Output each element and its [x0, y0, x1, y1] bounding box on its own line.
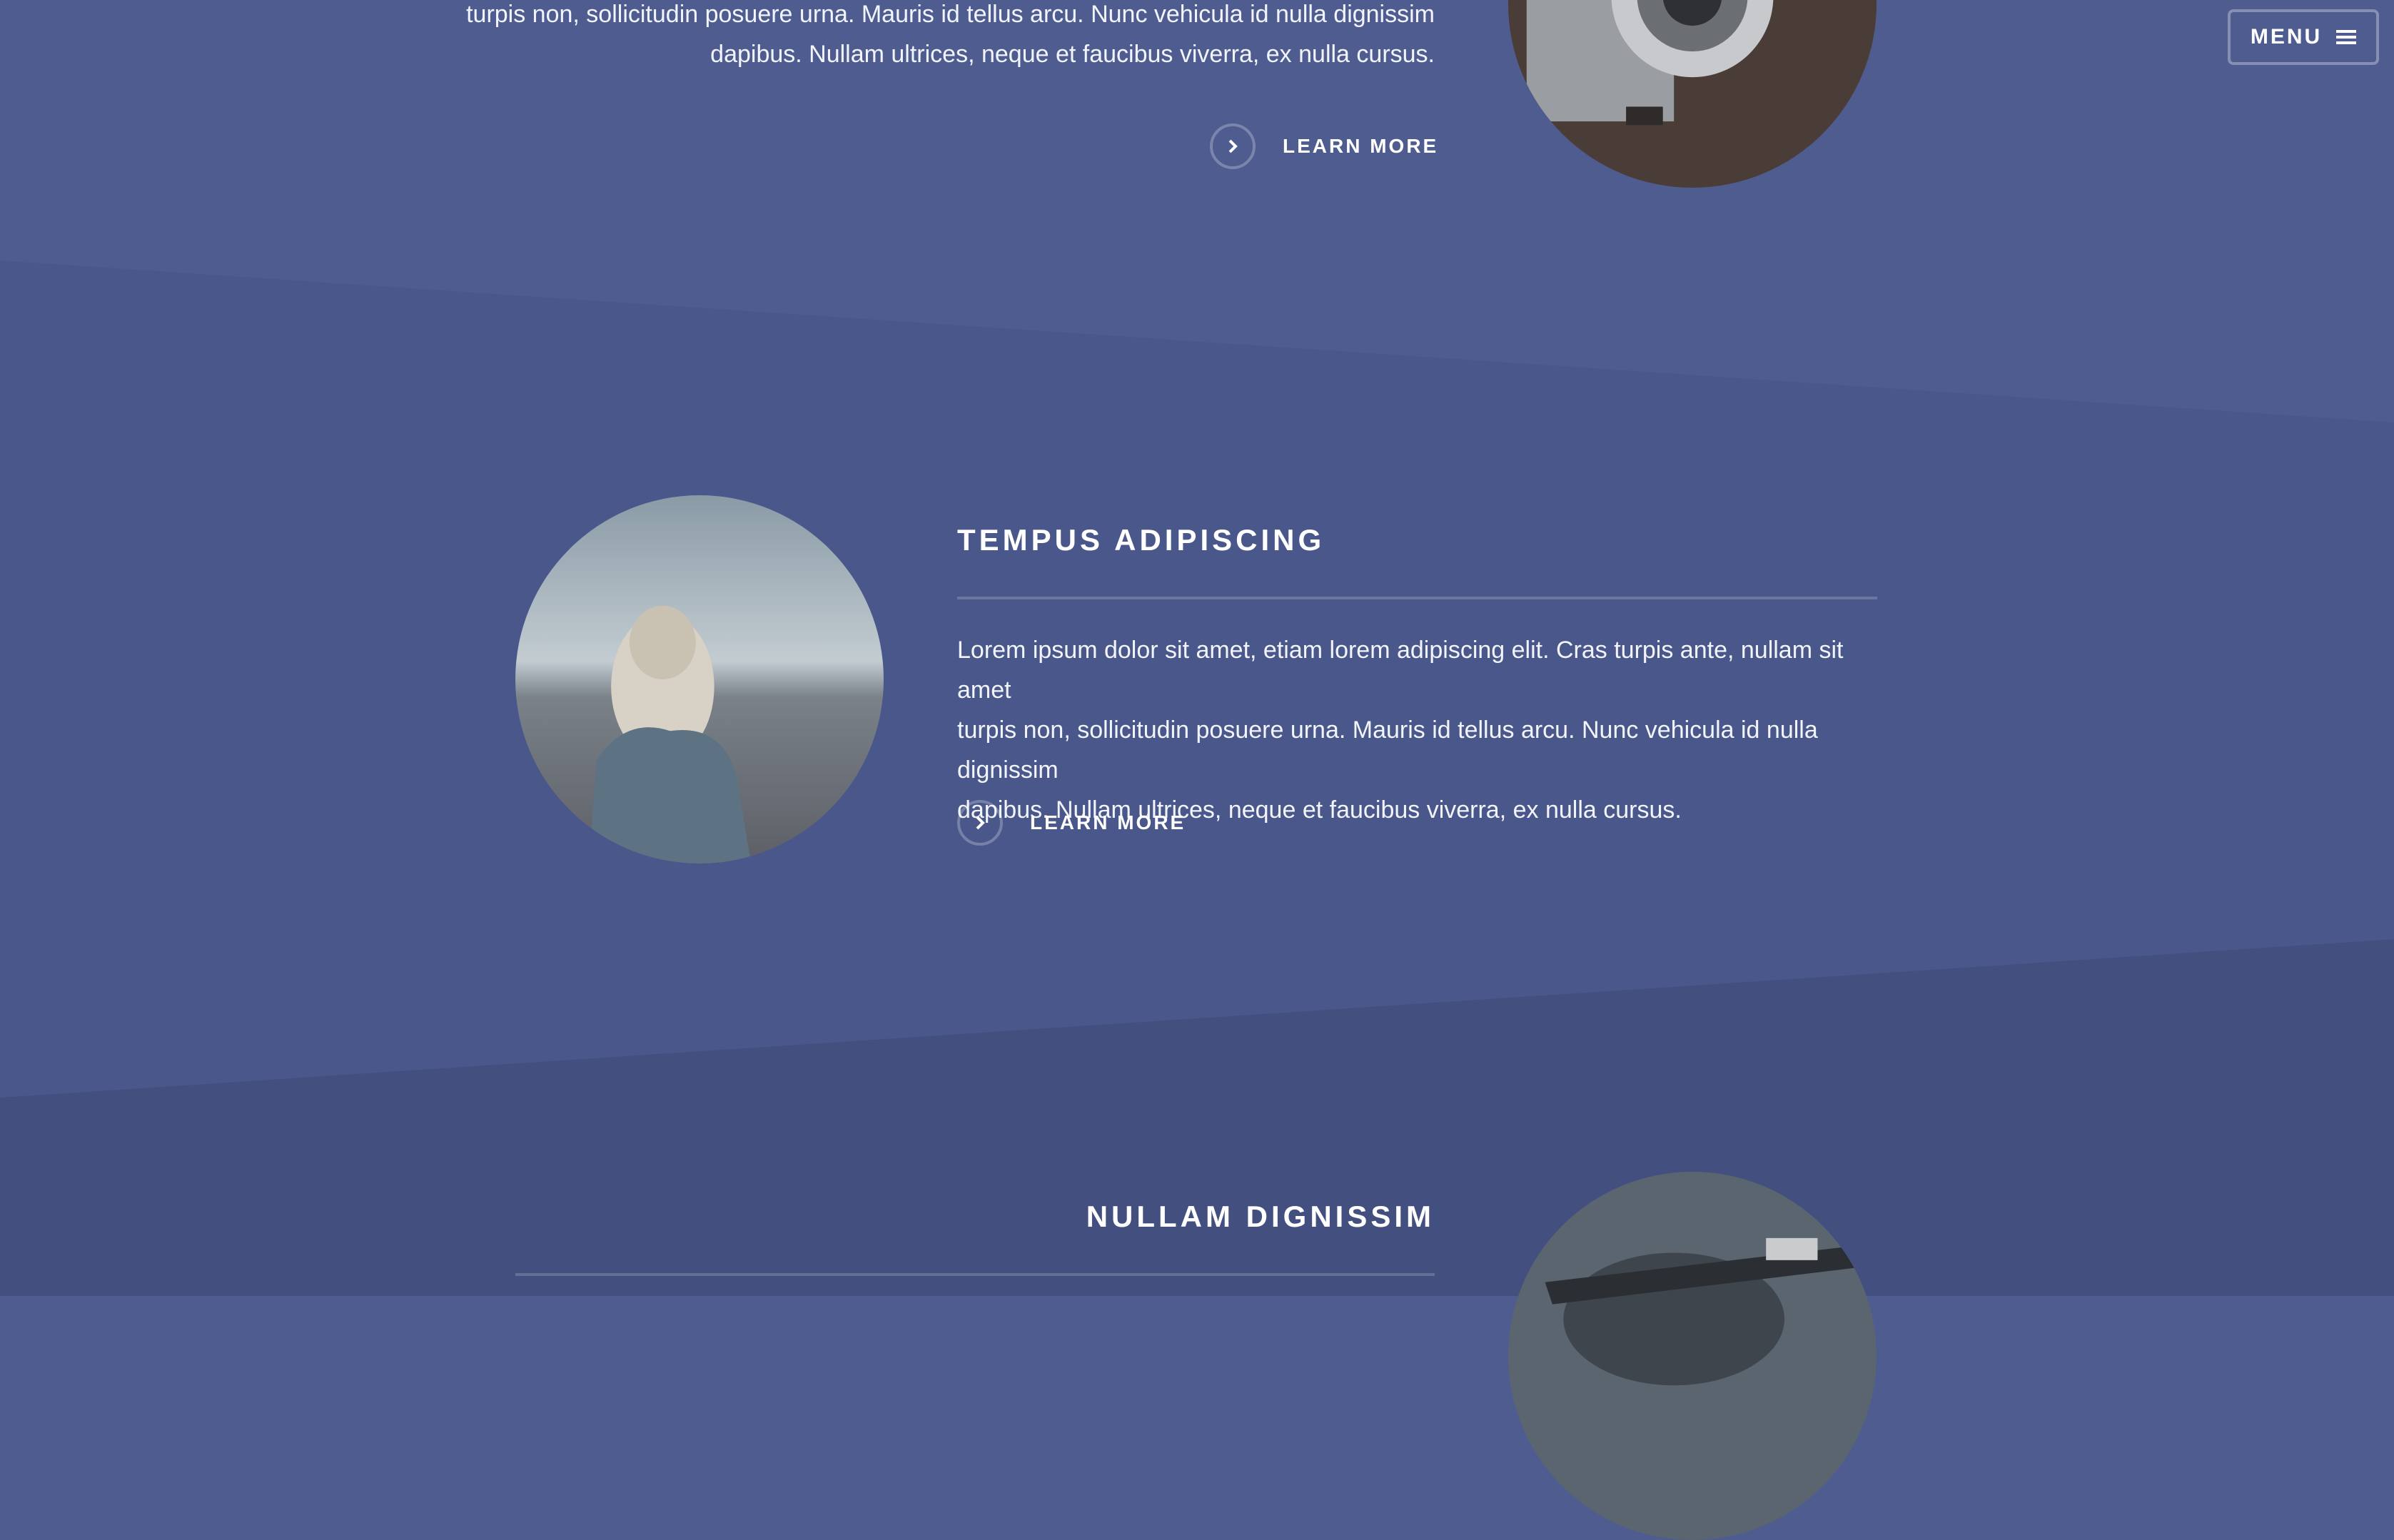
- menu-button[interactable]: MENU: [2228, 9, 2379, 65]
- section-2-text-line: Lorem ipsum dolor sit amet, etiam lorem …: [957, 637, 1844, 704]
- menu-label: MENU: [2250, 25, 2323, 49]
- section-2-text-line: turpis non, sollicitudin posuere urna. M…: [957, 716, 1818, 784]
- chevron-right-icon: [1210, 123, 1256, 169]
- learn-more-label: LEARN MORE: [1283, 135, 1439, 157]
- section-1-text: turpis non, sollicitudin posuere urna. M…: [428, 0, 1435, 74]
- chevron-right-icon: [957, 800, 1003, 846]
- section-1-learn-more-link[interactable]: LEARN MORE: [1210, 123, 1438, 169]
- bicycle-photo: [1508, 1172, 1877, 1540]
- section-3-divider: [515, 1273, 1435, 1276]
- section-2-learn-more-link[interactable]: LEARN MORE: [957, 800, 1186, 846]
- section-2-heading: TEMPUS ADIPISCING: [957, 523, 1325, 557]
- hamburger-icon: [2336, 30, 2357, 44]
- section-2-divider: [957, 597, 1877, 599]
- woman-landscape-photo: [515, 495, 884, 863]
- learn-more-label: LEARN MORE: [1030, 811, 1186, 834]
- section-3-heading: NULLAM DIGNISSIM: [1086, 1200, 1435, 1233]
- section-1-text-line: turpis non, sollicitudin posuere urna. M…: [466, 1, 1435, 28]
- section-1-text-line: dapibus. Nullam ultrices, neque et fauci…: [710, 41, 1435, 68]
